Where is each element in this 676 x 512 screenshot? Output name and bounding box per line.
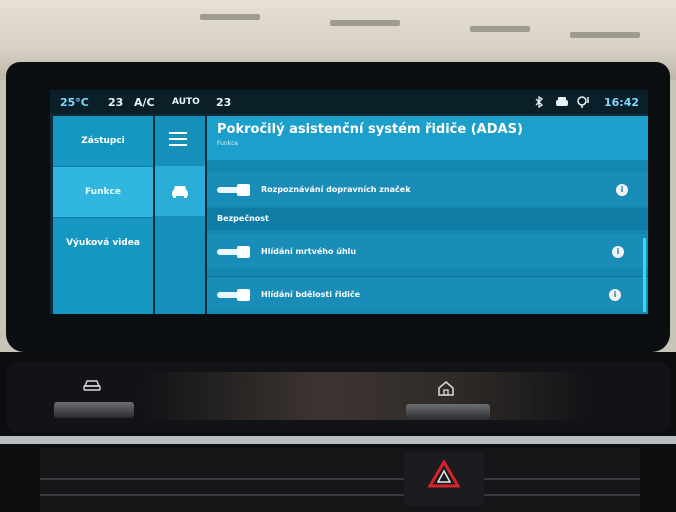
nav-item-vyukova-videa[interactable]: Výuková videa [53,218,153,268]
sidebar-nav: Zástupci Funkce Výuková videa [53,116,153,314]
screen-reflection [140,372,590,420]
auto-climate-indicator[interactable]: AUTO [172,97,200,107]
vent-slat[interactable] [40,494,640,496]
info-icon[interactable]: i [612,246,624,258]
nav-item-zastupci[interactable]: Zástupci [53,116,153,166]
outside-temperature: 25°C [60,96,89,109]
section-label: Bezpečnost [217,214,269,223]
clock: 16:42 [604,96,640,109]
nav-item-label: Výuková videa [66,238,140,248]
car-icon [83,380,101,391]
hamburger-menu-icon[interactable] [169,132,189,148]
home-hardware-button[interactable] [406,404,490,420]
bluetooth-icon [535,96,544,108]
passenger-temperature[interactable]: 23 [216,96,231,109]
icon-rail [155,116,205,314]
traffic-sign-recognition-toggle[interactable] [217,184,250,196]
setting-row-traffic-sign-recognition[interactable]: Rozpoznávání dopravních značek i [207,172,648,206]
nav-item-label: Funkce [85,187,121,197]
infotainment-screen: 25°C 23 A/C AUTO 23 16:42 Zástupci Funkc… [50,90,648,314]
ceiling-light [470,26,530,32]
hazard-button[interactable] [404,452,484,506]
info-icon[interactable]: i [616,184,628,196]
section-header-bezpecnost: Bezpečnost [207,208,648,230]
ac-indicator[interactable]: A/C [134,96,155,109]
ceiling-light [330,20,400,26]
nav-item-funkce[interactable]: Funkce [53,167,153,217]
vent-slat[interactable] [40,478,640,480]
info-icon[interactable]: i [609,289,621,301]
content-panel: Pokročilý asistenční systém řidiče (ADAS… [207,116,648,314]
driver-temperature[interactable]: 23 [108,96,123,109]
setting-label: Rozpoznávání dopravních značek [261,185,411,194]
home-icon [438,381,454,396]
setting-row-blind-spot[interactable]: Hlídání mrtvého úhlu i [207,234,648,268]
air-vent [40,448,640,512]
car-menu-hardware-button[interactable] [54,402,134,418]
car-functions-icon [172,186,188,198]
status-bar: 25°C 23 A/C AUTO 23 16:42 [50,90,648,114]
page-title: Pokročilý asistenční systém řidiče (ADAS… [217,122,523,137]
ceiling-light [200,14,260,20]
setting-label: Hlídání mrtvého úhlu [261,247,357,256]
scroll-indicator[interactable] [643,238,646,312]
nav-item-label: Zástupci [81,136,125,146]
trim-strip [0,436,676,444]
car-functions-tab[interactable] [155,166,205,216]
ceiling-light [570,32,640,38]
driver-attention-toggle[interactable] [217,289,250,301]
hazard-warning-icon [428,460,460,488]
page-header: Pokročilý asistenční systém řidiče (ADAS… [207,116,648,160]
setting-row-driver-attention[interactable]: Hlídání bdělosti řidiče i [207,276,648,311]
page-subtitle: Funkce [217,140,239,147]
blind-spot-toggle[interactable] [217,246,250,258]
location-icon [577,96,589,108]
car-icon [556,97,568,106]
setting-label: Hlídání bdělosti řidiče [261,290,361,299]
